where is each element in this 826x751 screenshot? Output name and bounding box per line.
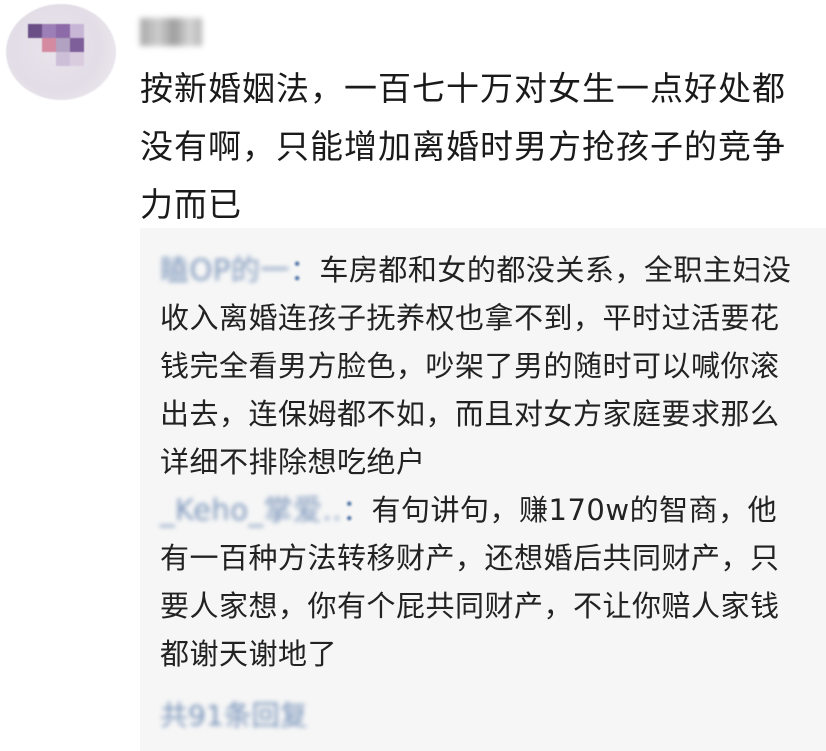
reply-separator: ： bbox=[341, 493, 372, 527]
reply-username[interactable]: _Keho_掌爱.. bbox=[160, 493, 342, 527]
avatar-pixel bbox=[70, 52, 84, 66]
avatar-pixel bbox=[70, 24, 84, 38]
avatar-pixel bbox=[56, 38, 70, 52]
more-replies-link[interactable]: 共91条回复 bbox=[160, 696, 308, 736]
avatar-pixel bbox=[70, 38, 84, 52]
comment-text: 按新婚姻法，一百七十万对女生一点好处都没有啊，只能增加离婚时男方抢孩子的竞争力而… bbox=[140, 69, 786, 224]
replies-panel[interactable]: 瞌OP的一：车房都和女的都没关系，全职主妇没收入离婚连孩子抚养权也拿不到，平时过… bbox=[140, 228, 826, 751]
avatar-pixel bbox=[42, 24, 56, 38]
avatar[interactable] bbox=[6, 4, 116, 100]
avatar-pixel bbox=[28, 24, 42, 38]
reply-item[interactable]: 瞌OP的一：车房都和女的都没关系，全职主妇没收入离婚连孩子抚养权也拿不到，平时过… bbox=[160, 246, 800, 486]
comment-username[interactable]: 富婆 bbox=[140, 18, 202, 46]
avatar-pixel bbox=[56, 52, 70, 66]
avatar-pixel bbox=[42, 38, 56, 52]
reply-separator: ： bbox=[289, 253, 320, 287]
reply-item[interactable]: _Keho_掌爱..：有句讲句，赚170w的智商，他有一百种方法转移财产，还想婚… bbox=[160, 486, 800, 678]
comment-screenshot: 富婆 按新婚姻法，一百七十万对女生一点好处都没有啊，只能增加离婚时男方抢孩子的竞… bbox=[0, 0, 826, 751]
avatar-pixel bbox=[56, 24, 70, 38]
reply-username[interactable]: 瞌OP的一 bbox=[160, 253, 290, 287]
